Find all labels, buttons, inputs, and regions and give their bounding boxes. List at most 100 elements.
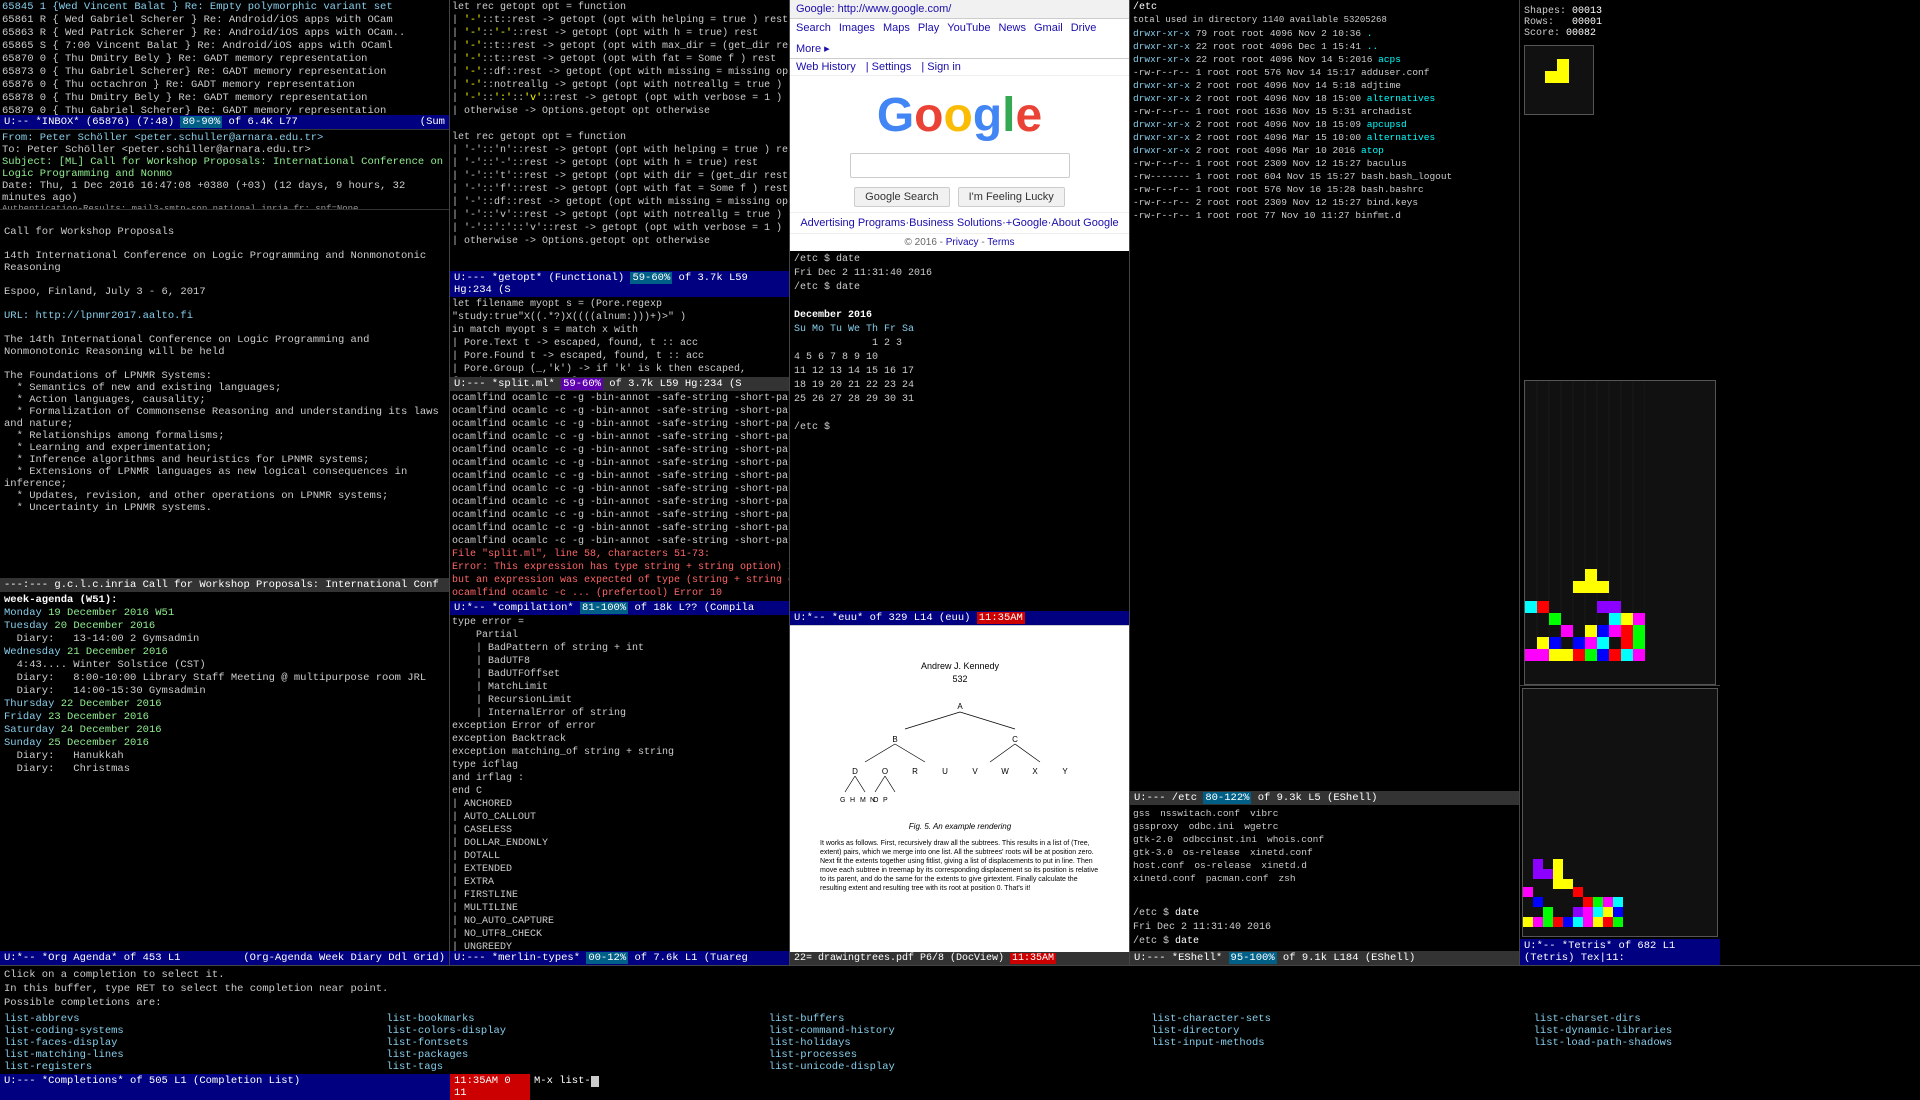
svg-text:M: M (860, 797, 866, 804)
google-ad-links: Advertising Programs·Business Solutions·… (790, 212, 1129, 233)
email-line: 65863 R { Wed Patrick Scherer } Re: Andr… (2, 27, 447, 40)
tetris-shapes: 00013 (1572, 6, 1602, 17)
main-area: 65845 1 {Wed Vincent Balat } Re: Empty p… (0, 0, 1920, 965)
email-list[interactable]: 65845 1 {Wed Vincent Balat } Re: Empty p… (0, 0, 449, 115)
google-search-button[interactable]: Google Search (854, 187, 949, 207)
google-lucky-button[interactable]: I'm Feeling Lucky (958, 187, 1065, 207)
drawing-trees-panel: Andrew J. Kennedy 532 A B C D (790, 625, 1129, 965)
svg-text:U: U (942, 767, 948, 776)
completion-item[interactable]: list-processes (769, 1049, 1151, 1061)
merlin-status: U:--- *merlin-types* 00-12% of 7.6k L1 (… (450, 951, 789, 965)
google-more-link[interactable]: More ▸ (796, 42, 830, 55)
google-url-bar[interactable]: Google: http://www.google.com/ (790, 0, 1129, 19)
svg-text:H: H (850, 797, 855, 804)
completion-item[interactable]: list-unicode-display (769, 1061, 1151, 1073)
tetris-board (1524, 380, 1716, 685)
completion-grid: list-abbrevs list-bookmarks list-buffers… (0, 1012, 1920, 1074)
email-line: 65845 1 {Wed Vincent Balat } Re: Empty p… (2, 1, 447, 14)
tetris-next-piece (1524, 45, 1594, 115)
privacy-link[interactable]: Privacy (946, 237, 979, 248)
tetris-bottom: U:*-- *Tetris* of 682 L1 (Tetris) Tex|11… (1520, 685, 1720, 965)
completion-item[interactable]: list-bookmarks (386, 1013, 768, 1025)
completion-item[interactable]: list-input-methods (1151, 1037, 1533, 1049)
completion-item[interactable]: list-matching-lines (4, 1049, 386, 1061)
getopt-status: U:--- *getopt* (Functional) 59-60% of 3.… (450, 271, 789, 297)
svg-text:Fig. 5. An example rendering: Fig. 5. An example rendering (908, 822, 1011, 831)
completion-item[interactable]: list-colors-display (386, 1025, 768, 1037)
completions-status: U:--- *Completions* of 505 L1 (Completio… (0, 1074, 450, 1100)
svg-text:532: 532 (952, 674, 967, 684)
tetris-status: U:*-- *Tetris* of 682 L1 (Tetris) Tex|11… (1520, 939, 1720, 965)
completion-area: Click on a completion to select it. In t… (0, 965, 1920, 1080)
prompt-bar[interactable]: M-x list- (530, 1074, 1920, 1100)
type-text: In this buffer, type RET to select the c… (4, 982, 1916, 996)
tetris-mini-svg (1523, 689, 1623, 929)
completion-item[interactable]: list-load-path-shadows (1534, 1037, 1916, 1049)
google-search-input[interactable] (850, 153, 1070, 178)
completion-item[interactable]: list-fontsets (386, 1037, 768, 1049)
code-panel-split: let filename myopt s = (Pore.regexp "stu… (450, 297, 789, 615)
google-webhistory-link[interactable]: Web History (796, 61, 856, 73)
email-line: 65878 0 { Thu Dmitry Bely } Re: GADT mem… (2, 92, 447, 105)
completion-item[interactable]: list-abbrevs (4, 1013, 386, 1025)
euu-panel: /etc $ date Fri Dec 2 11:31:40 2016 /etc… (790, 251, 1129, 625)
svg-text:W: W (1001, 767, 1009, 776)
completion-item[interactable]: list-faces-display (4, 1037, 386, 1049)
google-search-link[interactable]: Search (796, 22, 831, 34)
email-line: 65865 S { 7:00 Vincent Balat } Re: Andro… (2, 40, 447, 53)
svg-text:Y: Y (1062, 767, 1068, 776)
eshell-panel: /etc $ date Fri Dec 2 11:31:40 2016 /etc… (1130, 905, 1519, 965)
google-youtube-link[interactable]: YouTube (947, 22, 990, 34)
svg-text:V: V (972, 767, 978, 776)
google-images-link[interactable]: Images (839, 22, 875, 34)
completion-item[interactable]: list-holidays (769, 1037, 1151, 1049)
google-logo: Google (790, 76, 1129, 149)
tetris-board-svg (1525, 381, 1645, 661)
completion-item[interactable]: list-buffers (769, 1013, 1151, 1025)
google-drive-link[interactable]: Drive (1071, 22, 1097, 34)
completion-item[interactable]: list-charset-dirs (1534, 1013, 1916, 1025)
compilation-status: U:*-- *compilation* 81-100% of 18k L?? (… (450, 601, 789, 615)
google-signin-link[interactable]: | Sign in (921, 61, 961, 73)
completion-item[interactable]: list-tags (386, 1061, 768, 1073)
drawing-trees-status: 22= drawingtrees.pdf P6/8 (DocView) 11:3… (790, 952, 1129, 965)
completion-item[interactable]: list-dynamic-libraries (1534, 1025, 1916, 1037)
google-search-area (790, 149, 1129, 182)
tetris-main (1520, 380, 1720, 685)
file-panel: /etc total used in directory 1140 availa… (1130, 0, 1519, 905)
email-line: 65870 0 { Thu Dmitry Bely } Re: GADT mem… (2, 53, 447, 66)
google-maps-link[interactable]: Maps (883, 22, 910, 34)
google-news-link[interactable]: News (998, 22, 1026, 34)
file-status-mid: U:--- /etc 80-122% of 9.3k L5 (EShell) (1130, 791, 1519, 805)
agenda-status: U:*-- *Org Agenda* of 453 L1 (Org-Agenda… (0, 951, 449, 965)
google-play-link[interactable]: Play (918, 22, 939, 34)
google-panel: Google: http://www.google.com/ Search Im… (790, 0, 1129, 251)
email-body-status: ---:--- g.c.l.c.inria Call for Workshop … (0, 578, 449, 592)
email-line: 65861 R { Wed Gabriel Scherer } Re: Andr… (2, 14, 447, 27)
completion-item[interactable]: list-packages (386, 1049, 768, 1061)
tetris-panel: Shapes: 00013 Rows: 00001 Score: 00082 (1520, 0, 1720, 965)
tetris-top: Shapes: 00013 Rows: 00001 Score: 00082 (1520, 0, 1720, 380)
google-gmail-link[interactable]: Gmail (1034, 22, 1063, 34)
split-status: U:--- *split.ml* 59-60% of 3.7k L59 Hg:2… (450, 377, 789, 391)
completion-item[interactable]: list-registers (4, 1061, 386, 1073)
euu-status: U:*-- *euu* of 329 L14 (euu) 11:35AM (790, 611, 1129, 625)
svg-text:X: X (1032, 767, 1038, 776)
email-body: Call for Workshop Proposals 14th Interna… (0, 209, 449, 578)
possible-text: Possible completions are: (4, 996, 1916, 1010)
email-header: From: Peter Schöller <peter.schuller@arn… (0, 129, 449, 209)
completion-item[interactable]: list-character-sets (1151, 1013, 1533, 1025)
completion-item[interactable]: list-directory (1151, 1025, 1533, 1037)
tetris-score: 00082 (1566, 28, 1596, 39)
svg-text:O: O (881, 767, 887, 776)
click-text: Click on a completion to select it. (4, 968, 1916, 982)
completion-item[interactable]: list-coding-systems (4, 1025, 386, 1037)
completion-header: Click on a completion to select it. In t… (0, 966, 1920, 1012)
completion-item[interactable]: list-command-history (769, 1025, 1151, 1037)
svg-text:A: A (957, 702, 963, 711)
terms-link[interactable]: Terms (987, 237, 1014, 248)
svg-text:D: D (852, 767, 858, 776)
google-settings-link[interactable]: | Settings (866, 61, 912, 73)
svg-text:O: O (873, 797, 879, 804)
google-top-nav: Search Images Maps Play YouTube News Gma… (790, 19, 1129, 59)
